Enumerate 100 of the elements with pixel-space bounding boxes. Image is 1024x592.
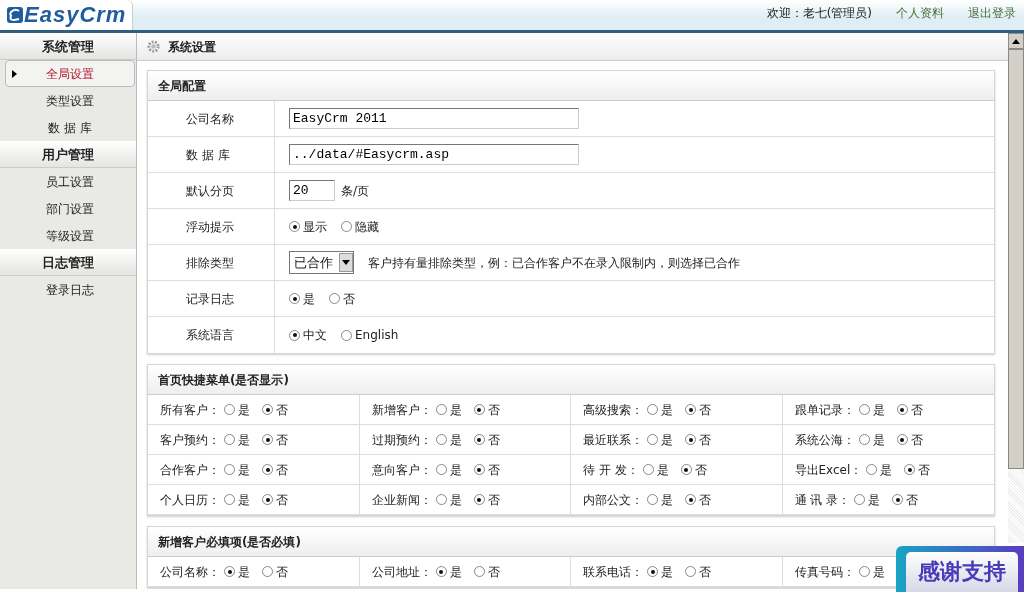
- field-label: 公司名称: [148, 101, 275, 136]
- radio-option[interactable]: 是: [435, 430, 462, 449]
- radio-option[interactable]: 否: [680, 460, 707, 479]
- radio-option[interactable]: 否: [473, 460, 500, 479]
- option-label: 最近联系：: [583, 431, 643, 449]
- radio-option[interactable]: 是: [435, 562, 462, 581]
- radio-option[interactable]: 否: [473, 562, 500, 581]
- option-label: 通 讯 录：: [794, 491, 851, 509]
- option-label: 跟单记录：: [794, 401, 855, 419]
- radio-option[interactable]: 是: [224, 400, 250, 419]
- caret-icon: [342, 260, 350, 265]
- radio-option[interactable]: 是: [435, 490, 462, 509]
- radio-option[interactable]: 是: [866, 460, 893, 479]
- radio-option[interactable]: 是: [858, 562, 885, 581]
- select-field[interactable]: 已合作: [289, 251, 354, 274]
- field-label: 排除类型: [148, 245, 275, 280]
- field-label: 记录日志: [148, 281, 275, 316]
- sidebar-item[interactable]: 员工设置: [5, 168, 135, 195]
- radio-option[interactable]: 是: [642, 460, 669, 479]
- radio-option[interactable]: 否: [904, 460, 931, 479]
- option-label: 公司地址：: [371, 563, 432, 581]
- sidebar-group-title: 系统管理: [0, 33, 136, 60]
- radio-option[interactable]: 否: [896, 430, 923, 449]
- radio-option[interactable]: 否: [262, 562, 288, 581]
- radio-option[interactable]: 是: [435, 460, 462, 479]
- option-label: 高级搜索：: [583, 401, 643, 419]
- sidebar-item[interactable]: 登录日志: [5, 276, 135, 303]
- radio-option[interactable]: 否: [262, 430, 288, 449]
- sidebar-item[interactable]: 类型设置: [5, 87, 135, 114]
- radio-option[interactable]: 否: [262, 490, 288, 509]
- radio-option[interactable]: English: [341, 326, 399, 344]
- input-field[interactable]: ../data/#Easycrm.asp: [289, 144, 579, 165]
- radio-option[interactable]: 否: [892, 490, 919, 509]
- radio-option[interactable]: 否: [685, 562, 711, 581]
- page-title: 系统设置: [168, 38, 216, 56]
- header-link[interactable]: 个人资料: [896, 4, 944, 22]
- sidebar-item[interactable]: 部门设置: [5, 195, 135, 222]
- radio-option[interactable]: 是: [647, 430, 673, 449]
- option-label: 个人日历：: [160, 491, 220, 509]
- unit-text: 条/页: [341, 182, 370, 200]
- option-label: 公司名称：: [160, 563, 220, 581]
- up-arrow-icon: [1012, 38, 1020, 44]
- radio-option[interactable]: 否: [473, 490, 500, 509]
- radio-option[interactable]: 否: [262, 400, 288, 419]
- field-label: 默认分页: [148, 173, 275, 208]
- radio-option[interactable]: 是: [224, 430, 250, 449]
- radio-option[interactable]: 否: [329, 289, 355, 308]
- radio-option[interactable]: 是: [647, 490, 673, 509]
- radio-option[interactable]: 中文: [289, 326, 327, 344]
- arrow-icon: [12, 70, 17, 78]
- radio-option[interactable]: 否: [473, 400, 500, 419]
- radio-option[interactable]: 是: [224, 562, 250, 581]
- support-badge[interactable]: 感谢支持: [896, 546, 1024, 592]
- radio-option[interactable]: 否: [685, 490, 711, 509]
- option-label: 意向客户：: [371, 461, 432, 479]
- option-label: 导出Excel：: [794, 461, 863, 479]
- scroll-up-button[interactable]: [1008, 33, 1024, 49]
- option-label: 新增客户：: [371, 401, 432, 419]
- option-label: 内部公文：: [583, 491, 643, 509]
- radio-option[interactable]: 隐藏: [341, 217, 379, 236]
- radio-option[interactable]: 是: [224, 490, 250, 509]
- input-field[interactable]: EasyCrm 2011: [289, 108, 579, 129]
- radio-option[interactable]: 是: [289, 289, 315, 308]
- panel-title: 全局配置: [148, 71, 994, 101]
- radio-option[interactable]: 是: [647, 400, 673, 419]
- radio-option[interactable]: 是: [854, 490, 881, 509]
- radio-option[interactable]: 否: [685, 400, 711, 419]
- scrollbar[interactable]: [1008, 33, 1024, 543]
- hint-text: 客户持有量排除类型，例：已合作客户不在录入限制内，则选择已合作: [368, 254, 740, 272]
- radio-option[interactable]: 否: [685, 430, 711, 449]
- field-label: 浮动提示: [148, 209, 275, 244]
- option-label: 合作客户：: [160, 461, 220, 479]
- badge-text: 感谢支持: [906, 552, 1018, 592]
- input-field[interactable]: 20: [289, 180, 335, 201]
- option-label: 所有客户：: [160, 401, 220, 419]
- radio-option[interactable]: 是: [224, 460, 250, 479]
- radio-option[interactable]: 是: [435, 400, 462, 419]
- sidebar-group-title: 日志管理: [0, 249, 136, 276]
- header-link[interactable]: 退出登录: [968, 4, 1016, 22]
- radio-option[interactable]: 否: [473, 430, 500, 449]
- option-label: 企业新闻：: [371, 491, 432, 509]
- option-label: 传真号码：: [794, 563, 855, 581]
- option-label: 过期预约：: [371, 431, 432, 449]
- radio-option[interactable]: 是: [858, 400, 885, 419]
- scroll-thumb[interactable]: [1008, 49, 1024, 469]
- sidebar-group-title: 用户管理: [0, 141, 136, 168]
- radio-option[interactable]: 否: [896, 400, 923, 419]
- logo: EasyCrm: [0, 0, 134, 30]
- panel-title: 首页快捷菜单(是否显示): [148, 365, 994, 395]
- sidebar-item[interactable]: 全局设置: [5, 60, 135, 87]
- option-label: 系统公海：: [794, 431, 855, 449]
- option-label: 待 开 发：: [583, 461, 639, 479]
- radio-option[interactable]: 是: [858, 430, 885, 449]
- panel-title: 新增客户必填项(是否必填): [148, 527, 994, 557]
- radio-option[interactable]: 否: [262, 460, 288, 479]
- sidebar-item[interactable]: 数 据 库: [5, 114, 135, 141]
- sidebar-item[interactable]: 等级设置: [5, 222, 135, 249]
- welcome-text: 欢迎：老七(管理员): [766, 5, 872, 22]
- radio-option[interactable]: 是: [647, 562, 673, 581]
- radio-option[interactable]: 显示: [289, 217, 327, 236]
